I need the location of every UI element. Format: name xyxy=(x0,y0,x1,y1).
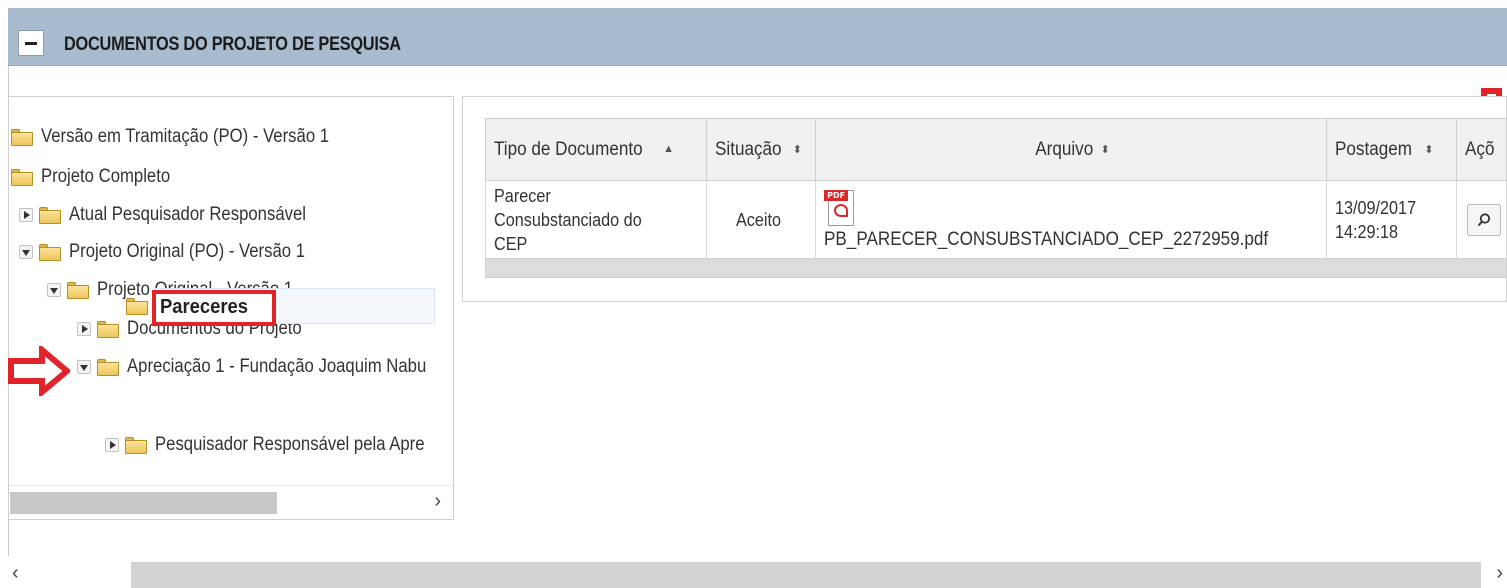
minus-icon xyxy=(25,41,37,45)
column-header-acoes: Açõ xyxy=(1456,118,1507,181)
expand-icon[interactable] xyxy=(19,208,33,222)
column-header-arquivo[interactable]: Arquivo ⬍ xyxy=(815,118,1327,181)
scroll-left-icon[interactable]: ‹ xyxy=(12,562,19,585)
panel-title: DOCUMENTOS DO PROJETO DE PESQUISA xyxy=(64,34,401,55)
folder-icon xyxy=(97,320,119,338)
tree-horizontal-scrollbar[interactable]: › xyxy=(9,485,453,519)
pdf-icon: PDF xyxy=(824,188,856,228)
scroll-right-icon[interactable]: › xyxy=(434,490,441,513)
sort-icon: ⬍ xyxy=(1424,143,1434,156)
tree-item-label: Apreciação 1 - Fundação Joaquim Nabu xyxy=(127,356,427,377)
scrollbar-thumb[interactable] xyxy=(10,492,277,514)
view-document-button[interactable] xyxy=(1467,203,1502,236)
scrollbar-thumb[interactable] xyxy=(131,562,1481,588)
tree-item-label: Projeto Completo xyxy=(41,166,171,187)
sort-asc-icon: ▲ xyxy=(663,142,674,155)
cell-tipo: Parecer Consubstanciado do CEP xyxy=(485,180,707,259)
panel-header: DOCUMENTOS DO PROJETO DE PESQUISA xyxy=(8,8,1507,66)
tree-item-label: Projeto Original (PO) - Versão 1 xyxy=(69,241,306,262)
tree-item-atual-pesquisador[interactable]: Atual Pesquisador Responsável xyxy=(19,200,338,230)
main-horizontal-scrollbar[interactable]: ‹ › xyxy=(8,556,1507,588)
sort-icon: ⬍ xyxy=(792,143,802,156)
folder-icon xyxy=(11,128,33,146)
folder-icon xyxy=(67,281,89,299)
folder-icon xyxy=(126,297,148,315)
file-link[interactable]: PB_PARECER_CONSUBSTANCIADO_CEP_2272959.p… xyxy=(824,228,1268,252)
tree-item-apreciacao[interactable]: Apreciação 1 - Fundação Joaquim Nabu xyxy=(77,352,453,382)
folder-icon xyxy=(11,168,33,186)
tree-item-label: Pesquisador Responsável pela Apre xyxy=(155,434,425,455)
collapse-icon[interactable] xyxy=(77,360,91,374)
tree-item-pareceres[interactable]: Pareceres xyxy=(160,292,248,322)
column-header-tipo[interactable]: Tipo de Documento ▲ xyxy=(485,118,707,181)
collapse-icon[interactable] xyxy=(47,283,61,297)
folder-icon xyxy=(39,206,61,224)
tree-item-label: Atual Pesquisador Responsável xyxy=(69,204,307,225)
folder-icon xyxy=(125,436,147,454)
column-header-postagem[interactable]: Postagem ⬍ xyxy=(1325,118,1458,181)
search-icon xyxy=(1477,212,1491,226)
cell-acoes xyxy=(1456,180,1507,259)
tree-item-projeto-original-po[interactable]: Projeto Original (PO) - Versão 1 xyxy=(19,237,337,267)
documents-table: Tipo de Documento ▲ Situação ⬍ Arquivo ⬍ Po… xyxy=(485,118,1507,259)
cell-situacao: Aceito xyxy=(705,180,817,259)
folder-icon xyxy=(97,358,119,376)
sort-icon: ⬍ xyxy=(1100,143,1110,156)
tree-item-pesquisador-apreciacao[interactable]: Pesquisador Responsável pela Apre xyxy=(105,430,453,460)
collapse-panel-button[interactable] xyxy=(18,30,44,56)
table-footer xyxy=(485,258,1507,278)
column-header-situacao[interactable]: Situação ⬍ xyxy=(705,118,817,181)
folder-icon xyxy=(39,243,61,261)
tree-item-projeto-completo[interactable]: Projeto Completo xyxy=(11,162,188,192)
cell-arquivo[interactable]: PDF PB_PARECER_CONSUBSTANCIADO_CEP_22729… xyxy=(815,180,1327,259)
expand-icon[interactable] xyxy=(105,438,119,452)
table-row: Parecer Consubstanciado do CEP Aceito PD… xyxy=(485,180,1507,259)
expand-icon[interactable] xyxy=(77,322,91,336)
cell-postagem: 13/09/2017 14:29:18 xyxy=(1325,180,1458,259)
tree-item-versao-tramitacao[interactable]: Versão em Tramitação (PO) - Versão 1 xyxy=(11,122,368,152)
collapse-icon[interactable] xyxy=(19,245,33,259)
tree-item-label: Versão em Tramitação (PO) - Versão 1 xyxy=(41,126,330,147)
scroll-right-icon[interactable]: › xyxy=(1496,562,1503,585)
red-arrow-right-icon xyxy=(8,346,70,396)
